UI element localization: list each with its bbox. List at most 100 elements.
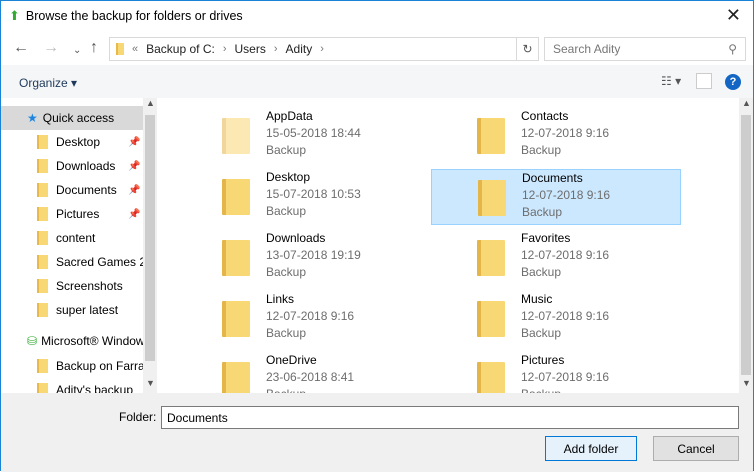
up-button[interactable]: ↑ bbox=[90, 39, 98, 57]
overflow-chevron[interactable]: « bbox=[132, 43, 138, 55]
recent-dropdown[interactable]: ⌄ bbox=[73, 45, 81, 56]
navigation-pane: ★ Quick access Desktop 📌 Downloads 📌 Docume… bbox=[1, 98, 157, 393]
organize-button[interactable]: Organize ▾ bbox=[19, 76, 77, 90]
folder-item[interactable]: Pictures 12-07-2018 9:16 Backup bbox=[431, 352, 681, 393]
folder-item[interactable]: Documents 12-07-2018 9:16 Backup bbox=[431, 169, 681, 225]
folder-name: OneDrive bbox=[266, 353, 317, 367]
folder-input[interactable]: Documents bbox=[161, 406, 739, 429]
folder-item[interactable]: OneDrive 23-06-2018 8:41 Backup bbox=[176, 352, 426, 393]
folder-type: Backup bbox=[266, 265, 307, 279]
sidebar-item-content[interactable]: content bbox=[1, 226, 143, 250]
folder-date: 13-07-2018 19:19 bbox=[266, 248, 361, 262]
preview-pane-button[interactable] bbox=[696, 73, 712, 89]
folder-item[interactable]: Links 12-07-2018 9:16 Backup bbox=[176, 291, 426, 347]
view-options-icon[interactable]: ☷ ▾ bbox=[661, 74, 681, 88]
search-input[interactable]: Search Adity ⚲ bbox=[544, 37, 746, 61]
sidebar-item-pictures[interactable]: Pictures 📌 bbox=[1, 202, 143, 226]
pin-icon: 📌 bbox=[128, 184, 141, 196]
folder-type: Backup bbox=[522, 205, 563, 219]
footer bbox=[1, 393, 753, 472]
folder-name: Music bbox=[521, 292, 553, 306]
sidebar-item-quick-access[interactable]: ★ Quick access bbox=[1, 106, 143, 130]
folder-icon bbox=[477, 240, 505, 276]
folder-icon bbox=[37, 135, 48, 149]
folder-icon bbox=[37, 231, 48, 245]
folder-icon bbox=[37, 159, 48, 173]
folder-icon bbox=[37, 279, 48, 293]
sidebar-item-backup-on-farrad[interactable]: Backup on Farrad bbox=[1, 354, 143, 378]
folder-type: Backup bbox=[266, 326, 307, 340]
sidebar-item-aditys-backup[interactable]: Adity's backup bbox=[1, 378, 143, 393]
main-scroll-thumb[interactable] bbox=[741, 115, 751, 375]
folder-type: Backup bbox=[521, 143, 562, 157]
back-button[interactable]: ← bbox=[13, 39, 29, 57]
folder-type: Backup bbox=[266, 143, 307, 157]
folder-icon bbox=[37, 183, 48, 197]
folder-icon bbox=[477, 118, 505, 154]
address-bar[interactable]: « Backup of C: › Users › Adity › ↻ bbox=[109, 37, 539, 61]
folder-type: Backup bbox=[521, 326, 562, 340]
folder-icon bbox=[477, 301, 505, 337]
folder-name: Desktop bbox=[266, 170, 311, 184]
folder-icon bbox=[37, 303, 48, 317]
folder-icon bbox=[37, 383, 48, 393]
folder-name: Contacts bbox=[521, 109, 569, 123]
folder-date: 15-05-2018 18:44 bbox=[266, 126, 361, 140]
folder-name: Pictures bbox=[521, 353, 565, 367]
folder-date: 12-07-2018 9:16 bbox=[521, 126, 610, 140]
folder-date: 23-06-2018 8:41 bbox=[266, 370, 355, 384]
folder-name: AppData bbox=[266, 109, 313, 123]
sidebar-item-sacred-games[interactable]: Sacred Games 2018 bbox=[1, 250, 143, 274]
folder-date: 12-07-2018 9:16 bbox=[266, 309, 355, 323]
cancel-button[interactable]: Cancel bbox=[653, 436, 739, 461]
folder-item[interactable]: Downloads 13-07-2018 19:19 Backup bbox=[176, 230, 426, 286]
main-scrollbar[interactable]: ▲ ▼ bbox=[739, 98, 753, 393]
folder-item[interactable]: Favorites 12-07-2018 9:16 Backup bbox=[431, 230, 681, 286]
toolbar bbox=[1, 65, 753, 98]
folder-item[interactable]: AppData 15-05-2018 18:44 Backup bbox=[176, 108, 426, 164]
breadcrumb-users[interactable]: Users bbox=[235, 42, 266, 56]
breadcrumb-backup[interactable]: Backup of C: bbox=[146, 42, 215, 56]
folder-icon bbox=[37, 255, 48, 269]
backup-drive-icon: ⛁ bbox=[27, 334, 38, 348]
sidebar-scrollbar[interactable]: ▲ ▼ bbox=[143, 98, 157, 393]
refresh-button[interactable]: ↻ bbox=[516, 38, 538, 60]
sidebar-scroll-thumb[interactable] bbox=[145, 115, 155, 361]
folder-label: Folder: bbox=[119, 410, 157, 424]
forward-button[interactable]: → bbox=[43, 39, 59, 57]
folder-icon bbox=[222, 362, 250, 393]
folder-date: 12-07-2018 9:16 bbox=[521, 370, 610, 384]
help-button[interactable]: ? bbox=[725, 74, 741, 90]
sidebar-item-downloads[interactable]: Downloads 📌 bbox=[1, 154, 143, 178]
sidebar-item-super-latest[interactable]: super latest bbox=[1, 298, 143, 322]
sidebar-item-screenshots[interactable]: Screenshots bbox=[1, 274, 143, 298]
pin-icon: 📌 bbox=[128, 160, 141, 172]
folder-item[interactable]: Music 12-07-2018 9:16 Backup bbox=[431, 291, 681, 347]
breadcrumb-adity[interactable]: Adity bbox=[286, 42, 313, 56]
sidebar-item-documents[interactable]: Documents 📌 bbox=[1, 178, 143, 202]
folder-date: 12-07-2018 9:16 bbox=[521, 248, 610, 262]
folder-icon bbox=[222, 179, 250, 215]
folder-icon bbox=[222, 118, 250, 154]
folder-icon bbox=[222, 240, 250, 276]
folder-name: Documents bbox=[522, 171, 583, 185]
folder-name: Favorites bbox=[521, 231, 571, 245]
folder-type: Backup bbox=[266, 386, 354, 393]
folder-icon bbox=[477, 362, 505, 393]
sidebar-item-windows-backup[interactable]: ⛁Microsoft® Windows Backup bbox=[1, 329, 143, 353]
folder-item[interactable]: Desktop 15-07-2018 10:53 Backup bbox=[176, 169, 426, 225]
folder-type: Backup bbox=[521, 265, 562, 279]
folder-icon bbox=[222, 301, 250, 337]
close-button[interactable]: ✕ bbox=[726, 5, 741, 26]
star-icon: ★ bbox=[27, 111, 38, 125]
pin-icon: 📌 bbox=[128, 136, 141, 148]
search-icon: ⚲ bbox=[728, 42, 737, 56]
sidebar-item-desktop[interactable]: Desktop 📌 bbox=[1, 130, 143, 154]
folder-icon bbox=[37, 207, 48, 221]
folder-icon bbox=[478, 180, 506, 216]
folder-icon bbox=[37, 359, 48, 373]
folder-name: Downloads bbox=[266, 231, 326, 245]
folder-item[interactable]: Contacts 12-07-2018 9:16 Backup bbox=[431, 108, 681, 164]
add-folder-button[interactable]: Add folder bbox=[545, 436, 637, 461]
backup-icon: ⬆ bbox=[9, 8, 20, 23]
